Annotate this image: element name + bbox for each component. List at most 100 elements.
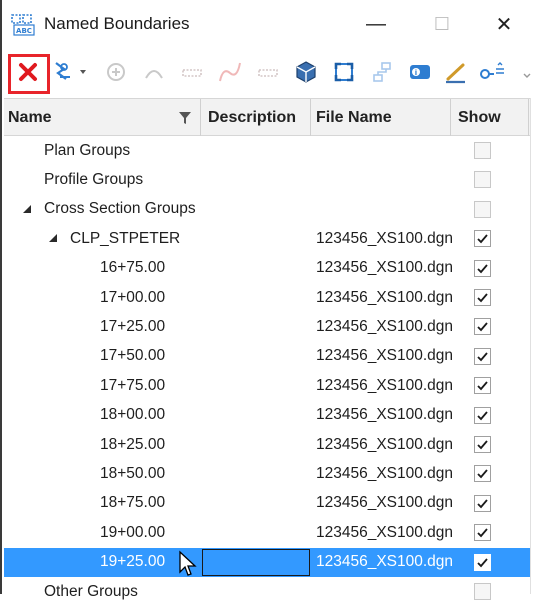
- key-icon: [480, 62, 504, 79]
- show-checkbox[interactable]: [474, 494, 491, 512]
- toolbar-overflow-button[interactable]: [520, 58, 534, 86]
- profile-button[interactable]: [178, 58, 206, 86]
- row-name: 18+25.00: [100, 435, 166, 453]
- show-checkbox[interactable]: [474, 553, 491, 571]
- show-checkbox[interactable]: [474, 524, 491, 542]
- row-name: 17+00.00: [100, 288, 166, 306]
- row-name: 17+75.00: [100, 376, 166, 394]
- table-header: Name Description File Name Show: [4, 98, 543, 136]
- row-name: 16+75.00: [100, 259, 166, 277]
- row-file-name: 123456_XS100.dgn: [316, 347, 454, 365]
- show-checkbox[interactable]: [474, 377, 491, 395]
- show-checkbox[interactable]: [474, 347, 491, 365]
- curve-button[interactable]: [216, 58, 244, 86]
- row-name: 19+25.00: [100, 553, 166, 571]
- row-name: Cross Section Groups: [44, 200, 196, 218]
- row-file-name: 123456_XS100.dgn: [316, 376, 454, 394]
- grid-button[interactable]: [254, 58, 282, 86]
- named-boundaries-app-icon: ABC: [11, 14, 35, 36]
- table-row[interactable]: Profile Groups: [4, 165, 530, 194]
- row-file-name: 123456_XS100.dgn: [316, 494, 454, 512]
- key-button[interactable]: [478, 58, 506, 86]
- minimize-button[interactable]: —: [356, 8, 396, 40]
- row-name: 19+00.00: [100, 523, 166, 541]
- window-title: Named Boundaries: [44, 14, 190, 33]
- table-row[interactable]: 18+50.00 123456_XS100.dgn: [4, 459, 530, 488]
- show-checkbox[interactable]: [474, 465, 491, 483]
- show-checkbox[interactable]: [474, 406, 491, 424]
- column-header-description[interactable]: Description: [202, 99, 310, 136]
- checkmark-icon: [477, 528, 488, 538]
- table-row[interactable]: 19+00.00 123456_XS100.dgn: [4, 518, 530, 547]
- column-header-file-name[interactable]: File Name: [310, 99, 450, 136]
- row-name: Profile Groups: [44, 170, 144, 188]
- overflow-chevron-icon: [523, 73, 531, 78]
- row-file-name: 123456_XS100.dgn: [316, 553, 454, 571]
- properties-icon: i: [410, 65, 430, 79]
- vertical-scroll-area[interactable]: [530, 98, 543, 594]
- fit-view-button[interactable]: [330, 58, 358, 86]
- row-name: Plan Groups: [44, 141, 131, 159]
- show-checkbox[interactable]: [474, 230, 491, 248]
- group-button[interactable]: [140, 58, 168, 86]
- svg-text:ABC: ABC: [16, 27, 32, 35]
- table-row[interactable]: 18+00.00 123456_XS100.dgn: [4, 401, 530, 430]
- profile-icon: [182, 69, 202, 77]
- table-row[interactable]: CLP_STPETER 123456_XS100.dgn: [4, 224, 530, 253]
- table-row[interactable]: Other Groups: [4, 577, 530, 606]
- table-row[interactable]: 17+75.00 123456_XS100.dgn: [4, 371, 530, 400]
- checkmark-icon: [477, 234, 488, 244]
- edit-button[interactable]: [442, 58, 470, 86]
- show-checkbox[interactable]: [474, 318, 491, 336]
- column-separator[interactable]: [528, 99, 529, 136]
- close-button[interactable]: ✕: [484, 8, 524, 40]
- checkmark-icon: [477, 352, 488, 362]
- checkmark-icon: [477, 440, 488, 450]
- show-checkbox[interactable]: [474, 436, 491, 453]
- row-file-name: 123456_XS100.dgn: [316, 229, 454, 247]
- table-row[interactable]: Plan Groups: [4, 136, 530, 165]
- row-file-name: 123456_XS100.dgn: [316, 406, 454, 424]
- row-name: 18+75.00: [100, 494, 166, 512]
- column-header-name[interactable]: Name: [8, 99, 200, 136]
- checkmark-icon: [477, 411, 488, 420]
- maximize-button[interactable]: ☐: [422, 8, 462, 40]
- checkmark-icon: [477, 264, 488, 273]
- column-separator[interactable]: [200, 99, 201, 136]
- column-header-show[interactable]: Show: [450, 99, 530, 136]
- table-row[interactable]: Cross Section Groups: [4, 195, 530, 224]
- table-row[interactable]: 17+50.00 123456_XS100.dgn: [4, 342, 530, 371]
- properties-button[interactable]: i: [406, 58, 434, 86]
- checkmark-icon: [477, 469, 488, 479]
- table-row[interactable]: 19+25.00 123456_XS100.dgn: [4, 547, 530, 577]
- drawing-model-icon: [296, 61, 316, 83]
- svg-text:i: i: [415, 69, 417, 77]
- table-row[interactable]: 18+75.00 123456_XS100.dgn: [4, 489, 530, 518]
- checkmark-icon: [477, 322, 488, 332]
- row-name: 18+50.00: [100, 464, 166, 482]
- hierarchy-button[interactable]: [368, 58, 396, 86]
- delete-button[interactable]: [14, 58, 42, 86]
- create-boundary-dropdown[interactable]: [52, 58, 92, 86]
- checkmark-icon: [477, 499, 488, 509]
- table-row[interactable]: 17+00.00 123456_XS100.dgn: [4, 283, 530, 312]
- table-row[interactable]: 17+25.00 123456_XS100.dgn: [4, 312, 530, 341]
- row-file-name: 123456_XS100.dgn: [316, 523, 454, 541]
- table-row[interactable]: 18+25.00 123456_XS100.dgn: [4, 430, 530, 459]
- curve-icon: [219, 62, 241, 82]
- checkmark-icon: [477, 293, 488, 303]
- expanded-triangle-icon[interactable]: [48, 233, 58, 243]
- place-boundary-button[interactable]: [102, 58, 130, 86]
- edit-icon: [446, 63, 465, 84]
- show-checkbox[interactable]: [474, 289, 491, 306]
- show-checkbox[interactable]: [474, 259, 491, 277]
- expanded-triangle-icon[interactable]: [22, 204, 32, 214]
- row-file-name: 123456_XS100.dgn: [316, 435, 454, 453]
- title-bar[interactable]: ABC Named Boundaries — ☐ ✕: [2, 0, 543, 48]
- drawing-model-button[interactable]: [292, 58, 320, 86]
- row-file-name: 123456_XS100.dgn: [316, 259, 454, 277]
- filter-icon[interactable]: [178, 111, 192, 125]
- description-edit-field[interactable]: [202, 548, 310, 576]
- table-row[interactable]: 16+75.00 123456_XS100.dgn: [4, 254, 530, 283]
- group-icon: [145, 70, 163, 79]
